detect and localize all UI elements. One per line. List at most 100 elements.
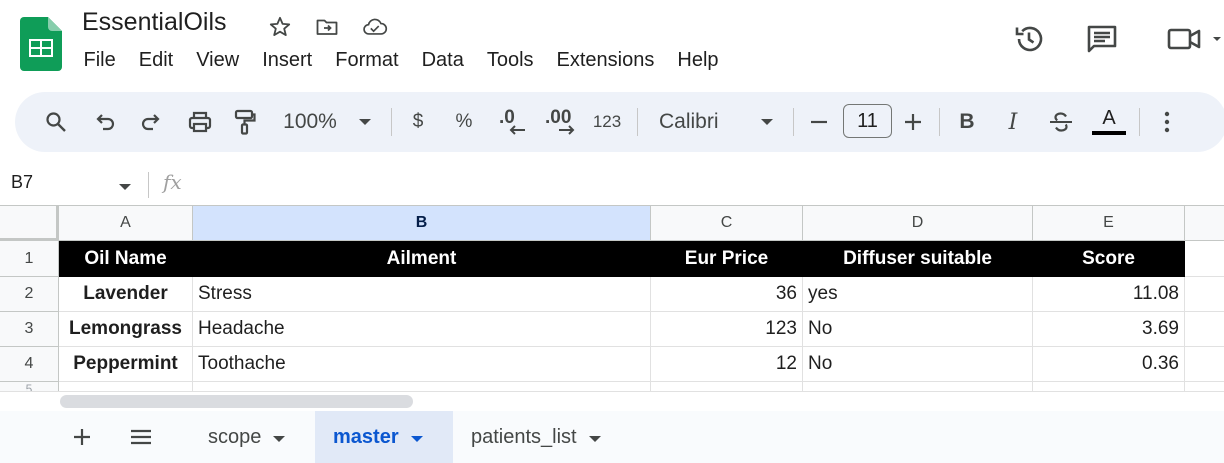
font-size-input[interactable]: 11 [843, 104, 892, 138]
menu-help[interactable]: Help [666, 47, 730, 74]
toolbar-divider [391, 108, 392, 136]
sheet-tab-dropdown-icon[interactable] [273, 426, 286, 449]
search-menus-icon[interactable] [41, 92, 71, 152]
toolbar-divider [793, 108, 794, 136]
sheet-tab-label: patients_list [471, 425, 577, 448]
cell-e1[interactable]: Score [1033, 241, 1185, 277]
document-title[interactable]: EssentialOils [82, 8, 227, 37]
cell-f4[interactable] [1185, 347, 1224, 382]
column-header-b[interactable]: B [193, 206, 651, 241]
italic-button[interactable]: I [999, 92, 1027, 152]
menu-format[interactable]: Format [324, 47, 410, 74]
decrease-font-size-icon[interactable] [805, 92, 833, 152]
zoom-value[interactable]: 100% [277, 92, 343, 152]
cloud-saved-icon[interactable] [362, 14, 388, 40]
version-history-icon[interactable] [1010, 20, 1048, 58]
column-header-blank [1185, 206, 1224, 241]
menu-data[interactable]: Data [410, 47, 475, 74]
spreadsheet-app: EssentialOils File Edit View Insert Form… [0, 0, 1224, 463]
meet-video-icon[interactable] [1164, 20, 1224, 58]
text-color-button[interactable]: A [1091, 92, 1127, 152]
cell-c4[interactable]: 12 [651, 347, 803, 382]
cell-d2[interactable]: yes [803, 277, 1033, 312]
cell-a4[interactable]: Peppermint [59, 347, 193, 382]
menu-tools[interactable]: Tools [475, 47, 545, 74]
menu-view[interactable]: View [185, 47, 251, 74]
cell-f2[interactable] [1185, 277, 1224, 312]
sheet-tab-dropdown-icon[interactable] [410, 426, 423, 449]
menu-file[interactable]: File [72, 47, 127, 74]
all-sheets-icon[interactable] [126, 411, 156, 463]
comments-icon[interactable] [1083, 20, 1121, 58]
toolbar-divider [1139, 108, 1140, 136]
cell-f3[interactable] [1185, 312, 1224, 347]
menu-bar: File Edit View Insert Format Data Tools … [72, 47, 730, 74]
font-family-value[interactable]: Calibri [659, 92, 729, 152]
name-box-dropdown-icon[interactable] [118, 178, 132, 196]
add-sheet-icon[interactable] [68, 411, 96, 463]
format-percent-button[interactable]: % [451, 92, 477, 152]
cell-b2[interactable]: Stress [193, 277, 651, 312]
fx-icon: fx [163, 170, 182, 194]
increase-font-size-icon[interactable] [899, 92, 927, 152]
redo-icon[interactable] [136, 92, 166, 152]
sheet-tab-master[interactable]: master [315, 411, 453, 463]
horizontal-scrollbar-thumb[interactable] [60, 395, 413, 408]
format-currency-button[interactable]: $ [405, 92, 431, 152]
undo-icon[interactable] [90, 92, 120, 152]
toolbar-divider [939, 108, 940, 136]
strikethrough-icon[interactable] [1045, 92, 1077, 152]
sheet-tab-scope[interactable]: scope [190, 411, 303, 463]
text-color-letter: A [1102, 106, 1116, 129]
more-formats-button[interactable]: 123 [589, 92, 625, 152]
cell-a3[interactable]: Lemongrass [59, 312, 193, 347]
sheets-logo-icon[interactable] [20, 17, 62, 71]
cell-b4[interactable]: Toothache [193, 347, 651, 382]
more-options-icon[interactable] [1155, 92, 1179, 152]
bold-button[interactable]: B [953, 92, 981, 152]
select-all-corner[interactable] [0, 206, 59, 241]
sheet-tab-label: master [333, 425, 399, 448]
menu-insert[interactable]: Insert [251, 47, 324, 74]
sheet-tab-patients-list[interactable]: patients_list [453, 411, 619, 463]
cell-d4[interactable]: No [803, 347, 1033, 382]
cell-f1[interactable] [1185, 241, 1224, 277]
column-header-c[interactable]: C [651, 206, 803, 241]
cell-d3[interactable]: No [803, 312, 1033, 347]
row-header-3[interactable]: 3 [0, 312, 59, 347]
cell-b3[interactable]: Headache [193, 312, 651, 347]
column-header-e[interactable]: E [1033, 206, 1185, 241]
toolbar-divider [637, 108, 638, 136]
column-header-d[interactable]: D [803, 206, 1033, 241]
zoom-dropdown-icon[interactable] [353, 92, 377, 152]
cell-e3[interactable]: 3.69 [1033, 312, 1185, 347]
move-to-folder-icon[interactable] [314, 14, 340, 40]
cell-b1[interactable]: Ailment [193, 241, 651, 277]
cell-e4[interactable]: 0.36 [1033, 347, 1185, 382]
cell-d1[interactable]: Diffuser suitable [803, 241, 1033, 277]
star-icon[interactable] [267, 14, 293, 40]
increase-decimal-button[interactable]: .00 [543, 92, 581, 152]
paint-format-icon[interactable] [229, 92, 261, 152]
cell-a2[interactable]: Lavender [59, 277, 193, 312]
text-color-swatch [1092, 130, 1126, 135]
cell-c1[interactable]: Eur Price [651, 241, 803, 277]
cell-a1[interactable]: Oil Name [59, 241, 193, 277]
font-dropdown-icon[interactable] [755, 92, 779, 152]
formula-input[interactable] [200, 168, 1210, 198]
row-header-2[interactable]: 2 [0, 277, 59, 312]
decrease-decimal-button[interactable]: .0 [495, 92, 529, 152]
menu-edit[interactable]: Edit [127, 47, 184, 74]
sheet-tabs-bar: scope master patients_list [0, 411, 1224, 463]
column-header-a[interactable]: A [59, 206, 193, 241]
cell-c2[interactable]: 36 [651, 277, 803, 312]
row-header-1[interactable]: 1 [0, 241, 59, 277]
row-header-4[interactable]: 4 [0, 347, 59, 382]
cell-c3[interactable]: 123 [651, 312, 803, 347]
print-icon[interactable] [184, 92, 216, 152]
sheet-tab-dropdown-icon[interactable] [588, 426, 601, 449]
sheet-tab-label: scope [208, 425, 262, 448]
cell-e2[interactable]: 11.08 [1033, 277, 1185, 312]
name-box[interactable]: B7 [11, 172, 33, 193]
menu-extensions[interactable]: Extensions [545, 47, 666, 74]
